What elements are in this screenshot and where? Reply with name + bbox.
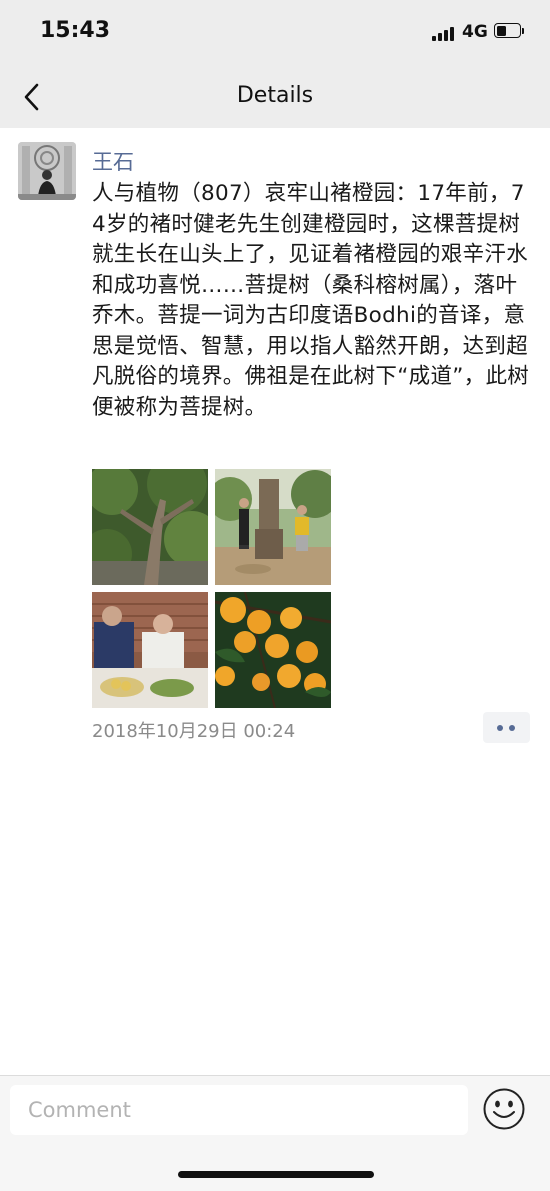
network-type: 4G xyxy=(462,22,488,42)
more-actions-button[interactable] xyxy=(483,712,530,743)
post-timestamp: 2018年10月29日 00:24 xyxy=(92,721,296,742)
battery-icon xyxy=(494,23,524,38)
status-time: 15:43 xyxy=(40,18,111,43)
avatar[interactable] xyxy=(18,142,76,200)
author-name[interactable]: 王石 xyxy=(92,146,134,176)
post-photo-oranges[interactable] xyxy=(215,592,331,708)
more-dots-icon xyxy=(497,725,503,731)
emoji-button[interactable] xyxy=(482,1087,526,1131)
post-photo-dining[interactable] xyxy=(92,592,208,708)
signal-icon xyxy=(432,25,458,41)
status-bar: 15:43 4G xyxy=(0,0,550,66)
post-photo-tree[interactable] xyxy=(92,469,208,585)
post-text: 人与植物（807）哀牢山褚橙园：17年前，74岁的褚时健老先生创建橙园时，这棵菩… xyxy=(92,181,530,420)
nav-bar: Details xyxy=(0,66,550,128)
post-photo-people-under-tree[interactable] xyxy=(215,469,331,585)
smiley-icon xyxy=(483,1088,525,1130)
page-title: Details xyxy=(236,83,314,108)
home-indicator xyxy=(178,1171,374,1178)
avatar-photo xyxy=(18,142,76,200)
comment-input[interactable] xyxy=(10,1085,468,1135)
more-dots-icon xyxy=(509,725,515,731)
